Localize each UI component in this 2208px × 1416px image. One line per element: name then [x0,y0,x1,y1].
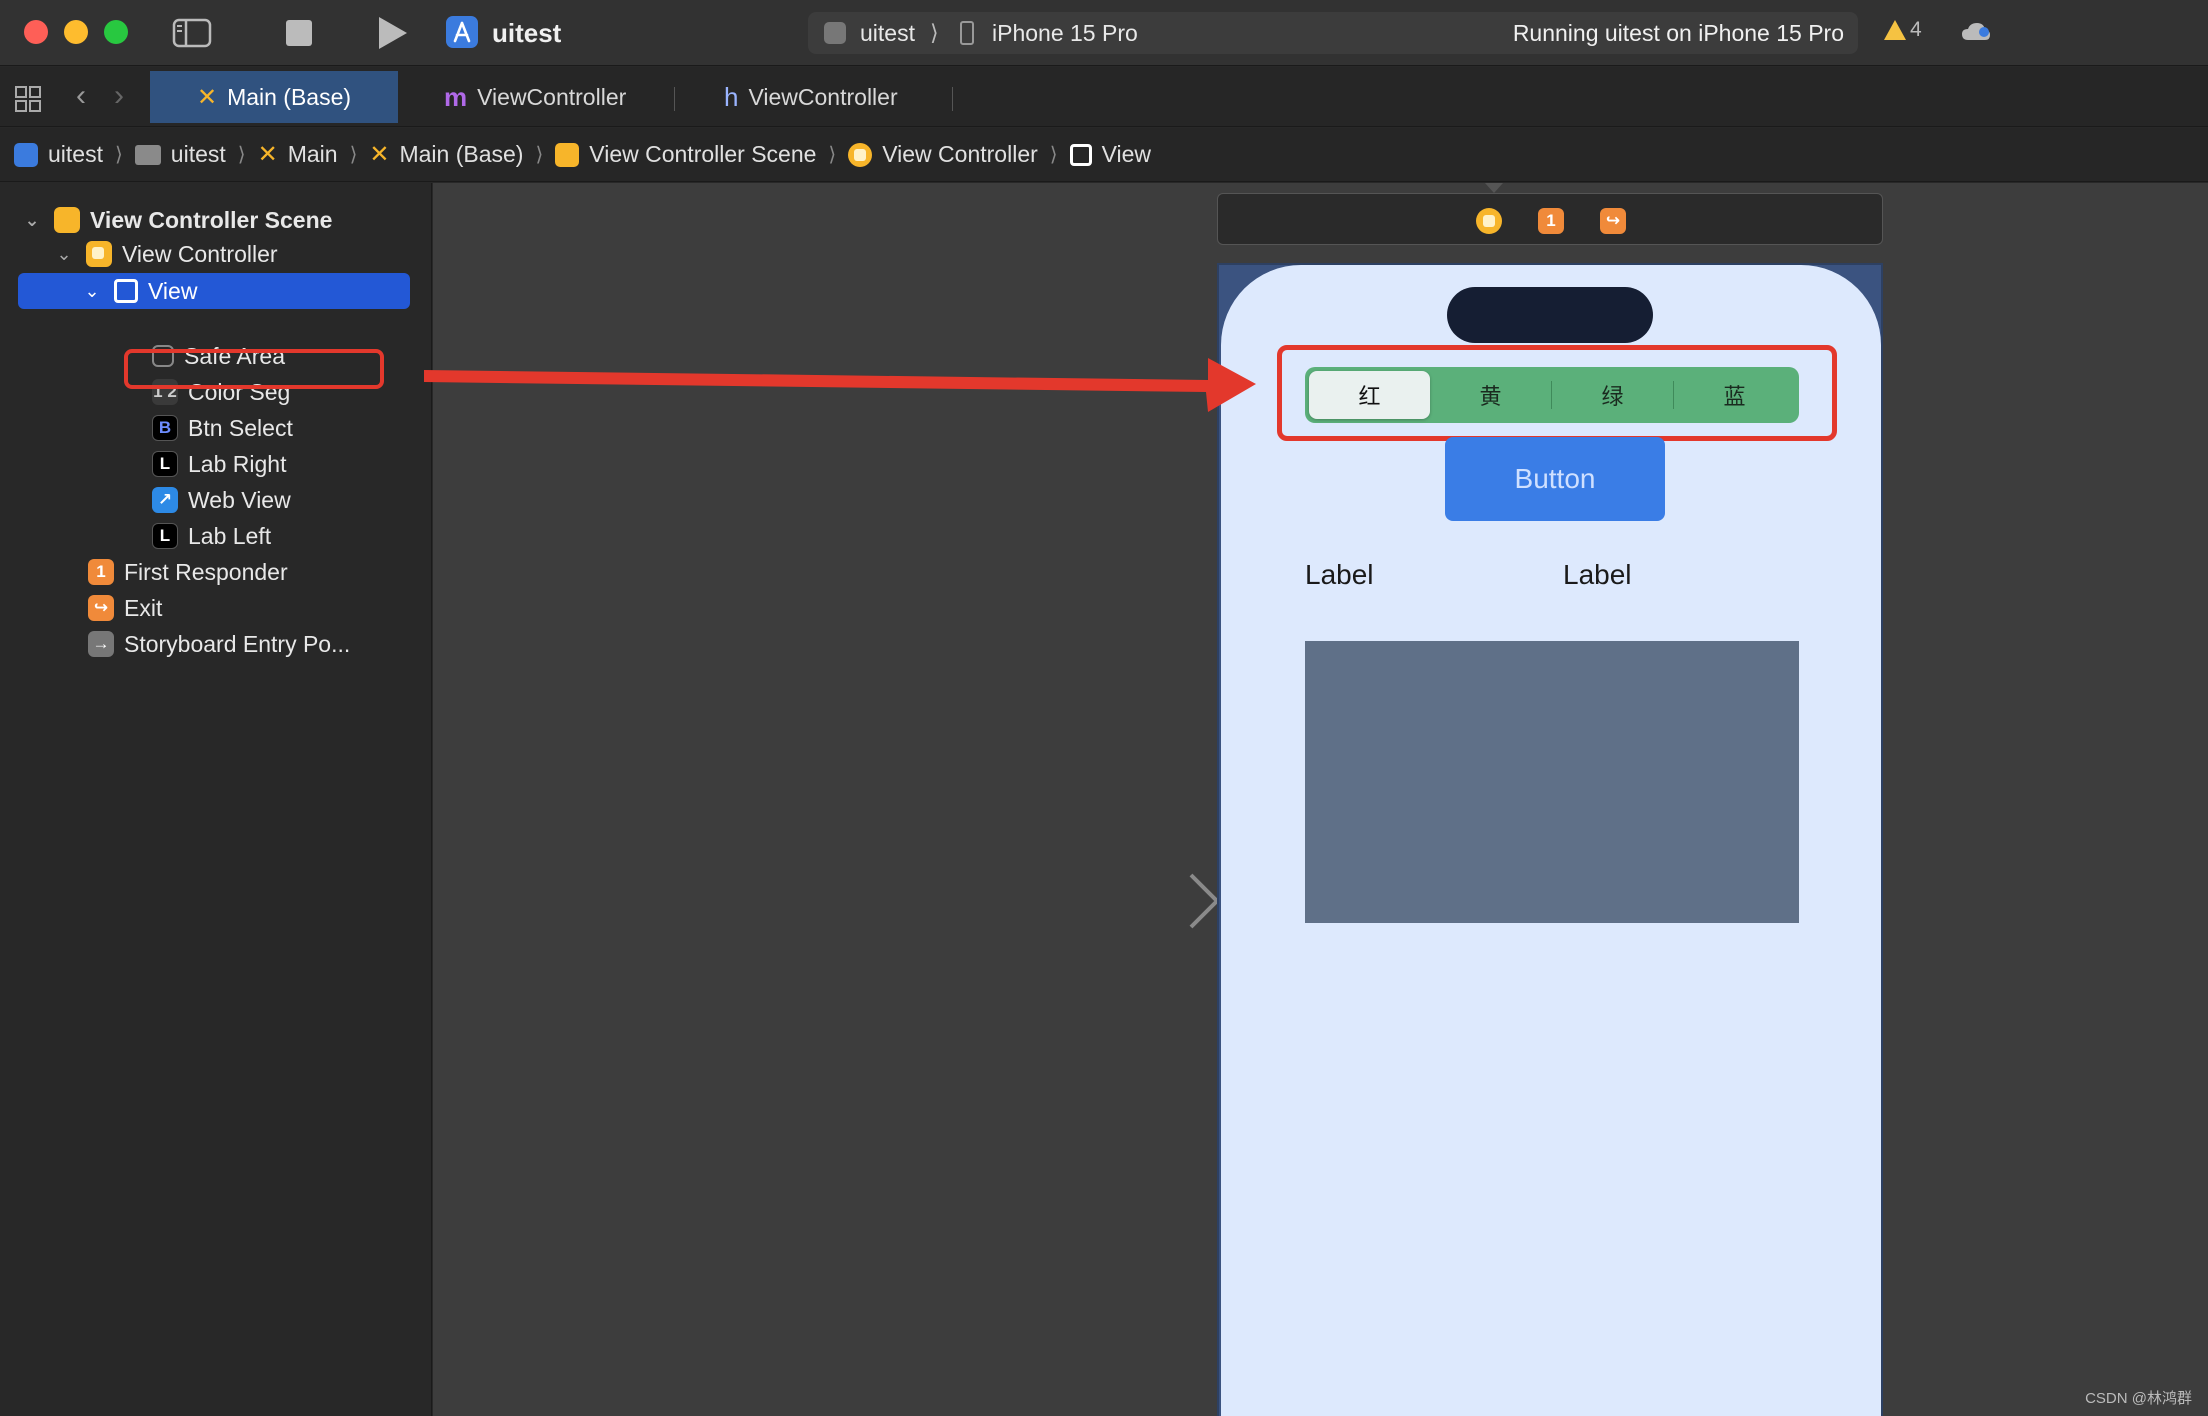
disclosure-icon[interactable]: ⌄ [82,281,102,302]
tab-label: ViewController [748,83,898,110]
scene-icon [54,207,80,233]
view-icon [1069,143,1092,166]
app-icon [14,142,38,167]
minimize-window-button[interactable] [64,20,88,44]
breadcrumb-chevron: ⟩ [535,144,544,166]
scheme-app-icon [824,22,846,44]
breadcrumb-project[interactable]: uitest [14,141,103,168]
outline-item-exit[interactable]: ↪ Exit [88,591,162,625]
breadcrumb-chevron: ⟩ [1049,144,1058,166]
view-controller-icon [86,241,112,267]
label-icon: L [152,523,178,549]
breadcrumb-view-controller[interactable]: View Controller [848,141,1038,168]
app-icon [446,16,478,48]
breadcrumb-main-base[interactable]: ✕ Main (Base) [369,140,523,169]
run-icon[interactable] [374,16,410,50]
tab-viewcontroller-h[interactable]: h ViewController [704,71,918,123]
outline-item-lab-left[interactable]: L Lab Left [152,519,271,553]
outline-item-view[interactable]: ⌄ View [18,273,410,309]
tab-label: ViewController [477,83,627,110]
cloud-status-icon[interactable] [1960,20,1992,44]
scheme-activity-bar[interactable]: uitest ⟩ iPhone 15 Pro Running uitest on… [808,12,1858,54]
breadcrumb-chevron: ⟩ [114,144,123,166]
outline-item-btn-select[interactable]: B Btn Select [152,411,293,445]
breadcrumb: uitest ⟩ uitest ⟩ ✕ Main ⟩ ✕ Main (Base) ⟩… [0,128,2208,182]
select-button[interactable]: Button [1445,437,1665,521]
outline-item-view-controller[interactable]: ⌄ View Controller [54,237,278,271]
editor-tab-bar: ‹ › ✕ Main (Base) m ViewController h Vie… [0,67,2208,127]
disclosure-icon[interactable]: ⌄ [22,210,42,231]
view-controller-frame: 红 黄 绿 蓝 Button Label Label [1217,263,1883,1416]
app-title: uitest [492,18,562,48]
storyboard-icon: ✕ [257,141,278,168]
outline-item-first-responder[interactable]: 1 First Responder [88,555,288,589]
tab-viewcontroller-m[interactable]: m ViewController [424,71,646,123]
exit-icon[interactable]: ↪ [1600,208,1626,234]
title-bar: uitest uitest ⟩ iPhone 15 Pro Running ui… [0,0,2208,66]
header-file-icon: h [724,81,739,112]
disclosure-icon[interactable]: ⌄ [54,244,74,265]
annotation-highlight-color-seg [124,349,384,389]
stop-icon[interactable] [284,16,314,50]
sidebar-toggle-icon[interactable] [172,16,212,50]
tab-divider [674,87,675,111]
xcode-window: uitest uitest ⟩ iPhone 15 Pro Running ui… [0,0,2208,1416]
tab-main-base[interactable]: ✕ Main (Base) [150,71,398,123]
breadcrumb-chevron: ⟩ [237,144,246,166]
view-controller-icon[interactable] [1476,208,1502,234]
watermark: CSDN @林鸿群 [2085,1390,2192,1407]
storyboard-canvas[interactable]: 1 ↪ 红 黄 绿 蓝 Button Label Label [433,183,2208,1416]
breadcrumb-view[interactable]: View [1069,141,1151,168]
forward-chevron-icon[interactable]: › [114,81,124,111]
arrow-right-icon: → [88,631,114,657]
zoom-window-button[interactable] [104,20,128,44]
storyboard-icon: ✕ [196,83,218,111]
scene-icon [555,142,580,167]
storyboard-entry-arrow[interactable] [1047,871,1221,931]
annotation-highlight-segmented [1277,345,1837,441]
grid-icon[interactable] [14,85,42,113]
label-left[interactable]: Label [1305,559,1374,591]
outline-item-scene[interactable]: ⌄ View Controller Scene [22,203,332,237]
folder-icon [134,144,161,165]
scene-dock: 1 ↪ [1217,193,1883,245]
label-right[interactable]: Label [1563,559,1632,591]
document-outline: ⌄ View Controller Scene ⌄ View Controlle… [0,183,432,1416]
dynamic-island [1447,287,1653,343]
scheme-chevron: ⟩ [930,20,939,45]
tab-label: Main (Base) [227,83,352,110]
outline-item-lab-right[interactable]: L Lab Right [152,447,286,481]
breadcrumb-folder[interactable]: uitest [134,141,226,168]
device-selector[interactable]: iPhone 15 Pro [992,18,1138,48]
phone-icon [960,21,974,45]
breadcrumb-scene[interactable]: View Controller Scene [555,141,816,168]
exit-icon: ↪ [88,595,114,621]
scene-dock-pointer [1485,183,1503,193]
first-responder-icon[interactable]: 1 [1538,208,1564,234]
close-window-button[interactable] [24,20,48,44]
breadcrumb-main[interactable]: ✕ Main [258,140,338,169]
back-chevron-icon[interactable]: ‹ [76,81,86,111]
warning-icon [1884,20,1906,40]
breadcrumb-chevron: ⟩ [828,144,837,166]
objc-implementation-icon: m [444,81,468,112]
iphone-canvas[interactable]: 红 黄 绿 蓝 Button Label Label [1221,265,1881,1416]
first-responder-icon: 1 [88,559,114,585]
label-icon: L [152,451,178,477]
warning-indicator[interactable]: 4 [1884,18,1922,42]
view-controller-icon [848,142,873,167]
breadcrumb-chevron: ⟩ [349,144,358,166]
outline-item-storyboard-entry[interactable]: → Storyboard Entry Po... [88,627,350,661]
compass-icon: ↗ [152,487,178,513]
scheme-selector[interactable]: uitest [860,18,915,48]
view-icon [114,279,138,303]
button-icon: B [152,415,178,441]
storyboard-icon: ✕ [369,141,390,168]
activity-status: Running uitest on iPhone 15 Pro [1512,20,1844,46]
warning-count: 4 [1910,18,1922,41]
web-view[interactable] [1305,641,1799,923]
tab-divider [952,87,953,111]
outline-item-web-view[interactable]: ↗ Web View [152,483,291,517]
